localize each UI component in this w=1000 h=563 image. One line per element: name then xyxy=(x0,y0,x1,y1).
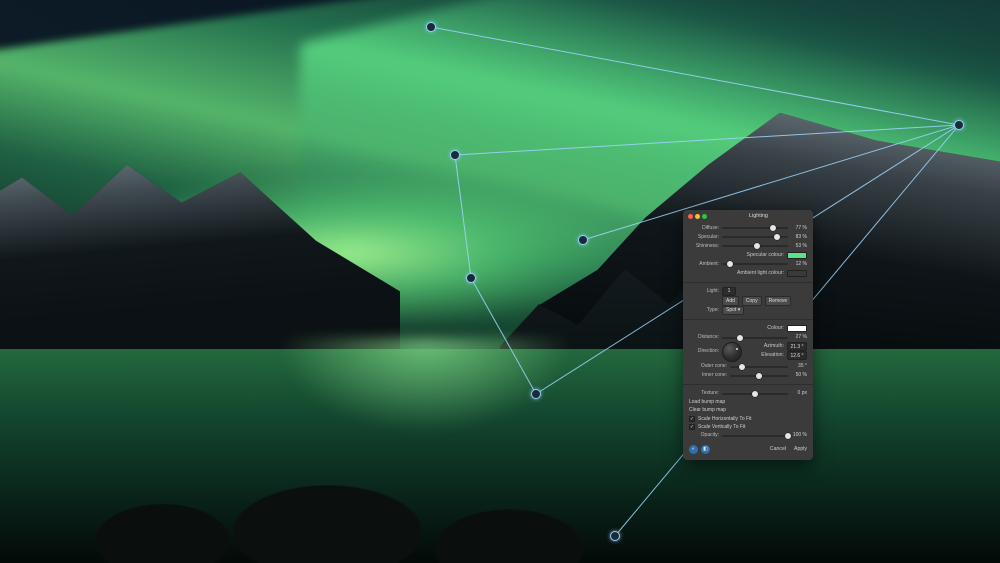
opacity-value: 100 % xyxy=(791,432,807,438)
light-label: Light: xyxy=(689,288,719,294)
shininess-slider[interactable] xyxy=(722,242,788,250)
scale-vertical-check[interactable]: ✓Scale Vertically To Fit xyxy=(689,423,807,431)
direction-label: Direction: xyxy=(689,342,719,354)
light-handle[interactable] xyxy=(954,120,964,130)
light-handle[interactable] xyxy=(466,273,476,283)
texture-value: 0 px xyxy=(791,390,807,396)
light-handle[interactable] xyxy=(531,389,541,399)
specular-value: 83 % xyxy=(791,234,807,240)
elevation-input[interactable] xyxy=(787,351,807,360)
distance-slider[interactable] xyxy=(722,334,788,342)
diffuse-value: 77 % xyxy=(791,225,807,231)
diffuse-label: Diffuse: xyxy=(689,225,719,231)
load-bump-button[interactable]: Load bump map xyxy=(689,398,807,406)
texture-slider[interactable] xyxy=(722,390,788,398)
azimuth-label: Azimuth: xyxy=(764,343,784,350)
inner-cone-label: Inner cone: xyxy=(689,372,727,378)
inner-cone-value: 50 % xyxy=(791,372,807,378)
opacity-label: Opacity: xyxy=(689,432,719,438)
chevron-down-icon: ▾ xyxy=(738,307,741,313)
type-select[interactable]: Spot ▾ xyxy=(722,306,744,315)
remove-light-button[interactable]: Remove xyxy=(765,296,792,306)
before-after-icon[interactable]: ◐ xyxy=(689,445,698,454)
zoom-icon[interactable] xyxy=(702,214,707,219)
opacity-slider[interactable] xyxy=(722,432,788,440)
split-view-icon[interactable]: ◧ xyxy=(701,445,710,454)
distance-label: Distance: xyxy=(689,334,719,340)
close-icon[interactable] xyxy=(688,214,693,219)
cancel-button[interactable]: Cancel xyxy=(770,446,786,453)
outer-cone-label: Outer cone: xyxy=(689,363,727,369)
texture-label: Texture: xyxy=(689,390,719,396)
type-label: Type: xyxy=(689,307,719,313)
specular-label: Specular: xyxy=(689,234,719,240)
elevation-label: Elevation: xyxy=(761,352,784,359)
panel-title: Lighting xyxy=(709,213,808,220)
specular-colour-label: Specular colour: xyxy=(747,252,785,259)
separator xyxy=(683,319,813,320)
minimize-icon[interactable] xyxy=(695,214,700,219)
ambient-colour-swatch[interactable] xyxy=(787,270,807,277)
ambient-colour-label: Ambient light colour: xyxy=(737,270,784,277)
light-handles-layer xyxy=(0,0,1000,563)
separator xyxy=(683,282,813,283)
apply-button[interactable]: Apply xyxy=(794,446,807,453)
ambient-value: 12 % xyxy=(791,261,807,267)
diffuse-slider[interactable] xyxy=(722,224,788,232)
light-handle[interactable] xyxy=(578,235,588,245)
specular-colour-swatch[interactable] xyxy=(787,252,807,259)
clear-bump-button[interactable]: Clear bump map xyxy=(689,406,807,414)
add-light-button[interactable]: Add xyxy=(722,296,739,306)
ambient-label: Ambient: xyxy=(689,261,719,267)
ambient-slider[interactable] xyxy=(722,260,788,268)
outer-cone-value: 35 ° xyxy=(791,363,807,369)
lighting-panel[interactable]: Lighting Diffuse: 77 % Specular: 83 % Sh… xyxy=(683,210,813,460)
light-index-input[interactable] xyxy=(722,287,736,296)
distance-value: 27 % xyxy=(791,334,807,340)
inner-cone-slider[interactable] xyxy=(730,372,788,380)
colour-label: Colour: xyxy=(767,325,784,332)
scale-horizontal-check[interactable]: ✓Scale Horizontally To Fit xyxy=(689,415,807,423)
copy-light-button[interactable]: Copy xyxy=(742,296,762,306)
outer-cone-slider[interactable] xyxy=(730,363,788,371)
colour-swatch[interactable] xyxy=(787,325,807,332)
light-handle[interactable] xyxy=(426,22,436,32)
shininess-value: 53 % xyxy=(791,243,807,249)
shininess-label: Shininess: xyxy=(689,243,719,249)
panel-titlebar[interactable]: Lighting xyxy=(683,210,813,222)
light-handle[interactable] xyxy=(610,531,620,541)
specular-slider[interactable] xyxy=(722,233,788,241)
azimuth-input[interactable] xyxy=(787,342,807,351)
light-handle[interactable] xyxy=(450,150,460,160)
direction-dial[interactable] xyxy=(722,342,742,362)
separator xyxy=(683,384,813,385)
